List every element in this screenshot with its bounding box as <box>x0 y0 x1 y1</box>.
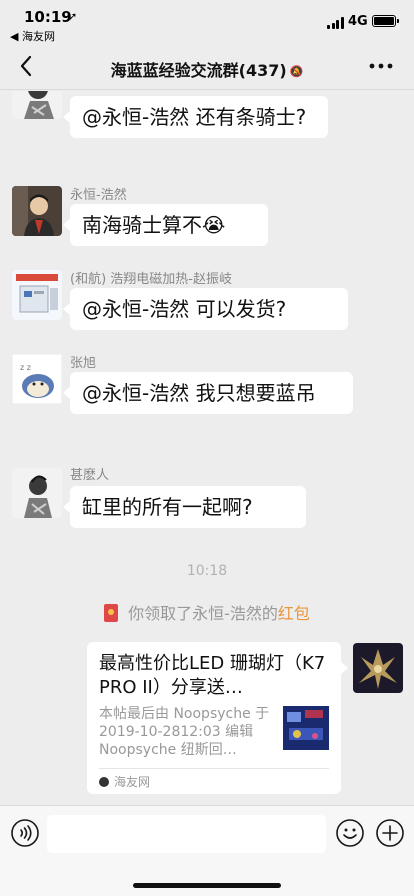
network-label: 4G <box>348 14 368 29</box>
message-bubble[interactable]: @永恒-浩然 我只想要蓝吊 <box>63 372 353 414</box>
red-packet-icon <box>104 604 119 622</box>
card-thumbnail <box>283 706 329 750</box>
red-packet-link[interactable]: 红包 <box>278 604 310 623</box>
back-to-app-link[interactable]: ◀ 海友网 <box>10 28 55 44</box>
svg-text:z z: z z <box>20 363 31 372</box>
sender-name: (和航) 浩翔电磁加热-赵振岐 <box>70 272 232 287</box>
notice-text: 你领取了永恒-浩然的 <box>128 604 278 623</box>
sender-name: 永恒-浩然 <box>70 188 127 203</box>
avatar[interactable] <box>12 186 62 236</box>
group-name: 海蓝蓝经验交流群(437) <box>110 61 287 80</box>
more-dots-icon <box>369 63 393 69</box>
source-name: 海友网 <box>114 775 151 789</box>
timestamp: 10:18 <box>186 563 228 579</box>
source-logo-icon <box>99 777 109 787</box>
link-card[interactable]: 最高性价比LED 珊瑚灯（K7 PRO II）分享送… 本帖最后由 Noopsy… <box>87 642 348 794</box>
avatar[interactable] <box>12 91 62 119</box>
message-text: 南海骑士算不 <box>82 213 202 237</box>
avatar[interactable]: z z <box>12 354 62 404</box>
location-arrow-icon: ➚ <box>68 10 78 23</box>
message-text: @永恒-浩然 还有条骑士? <box>82 105 307 129</box>
home-indicator <box>133 883 281 888</box>
card-title: 最高性价比LED 珊瑚灯（K7 PRO II）分享送… <box>99 653 326 698</box>
chat-title: 海蓝蓝经验交流群(437) 🔕 <box>60 57 354 81</box>
voice-button[interactable] <box>10 818 40 848</box>
message-list[interactable]: @永恒-浩然 还有条骑士? 永恒-浩然 南海骑士算不😭 (和航) 浩翔电磁加热-… <box>0 91 414 804</box>
chat-header: 海蓝蓝经验交流群(437) 🔕 <box>0 44 414 90</box>
avatar[interactable] <box>12 468 62 518</box>
input-bar <box>0 805 414 896</box>
more-button[interactable] <box>364 53 398 79</box>
signal-icon <box>327 17 344 29</box>
status-time: 10:19 <box>24 8 72 26</box>
sender-name: 张旭 <box>70 356 97 371</box>
smiley-icon <box>336 819 364 847</box>
avatar[interactable] <box>353 643 403 693</box>
message-text: 缸里的所有一起啊? <box>82 495 253 519</box>
mute-icon: 🔕 <box>289 65 304 78</box>
crying-emoji-icon: 😭 <box>202 213 226 237</box>
message-input[interactable] <box>47 815 326 853</box>
chevron-left-icon <box>20 55 32 77</box>
message-bubble[interactable]: 南海骑士算不😭 <box>63 204 268 246</box>
emoji-button[interactable] <box>335 818 365 848</box>
back-button[interactable] <box>14 53 40 79</box>
message-text: @永恒-浩然 我只想要蓝吊 <box>82 381 316 405</box>
message-bubble[interactable]: @永恒-浩然 还有条骑士? <box>63 96 328 138</box>
message-bubble[interactable]: @永恒-浩然 可以发货? <box>63 288 348 330</box>
more-actions-button[interactable] <box>375 818 405 848</box>
avatar[interactable] <box>12 270 62 320</box>
battery-icon <box>372 15 399 27</box>
sender-name: 甚麽人 <box>70 468 110 483</box>
voice-icon <box>11 819 39 847</box>
card-description: 本帖最后由 Noopsyche 于 2019-10-2812:03 编辑 Noo… <box>99 706 270 758</box>
message-bubble[interactable]: 缸里的所有一起啊? <box>63 486 306 528</box>
status-bar: 10:19 ➚ ◀ 海友网 4G <box>0 0 414 44</box>
red-packet-notice: 你领取了永恒-浩然的红包 <box>0 600 414 624</box>
plus-icon <box>376 819 404 847</box>
message-text: @永恒-浩然 可以发货? <box>82 297 287 321</box>
card-source: 海友网 <box>99 773 150 790</box>
